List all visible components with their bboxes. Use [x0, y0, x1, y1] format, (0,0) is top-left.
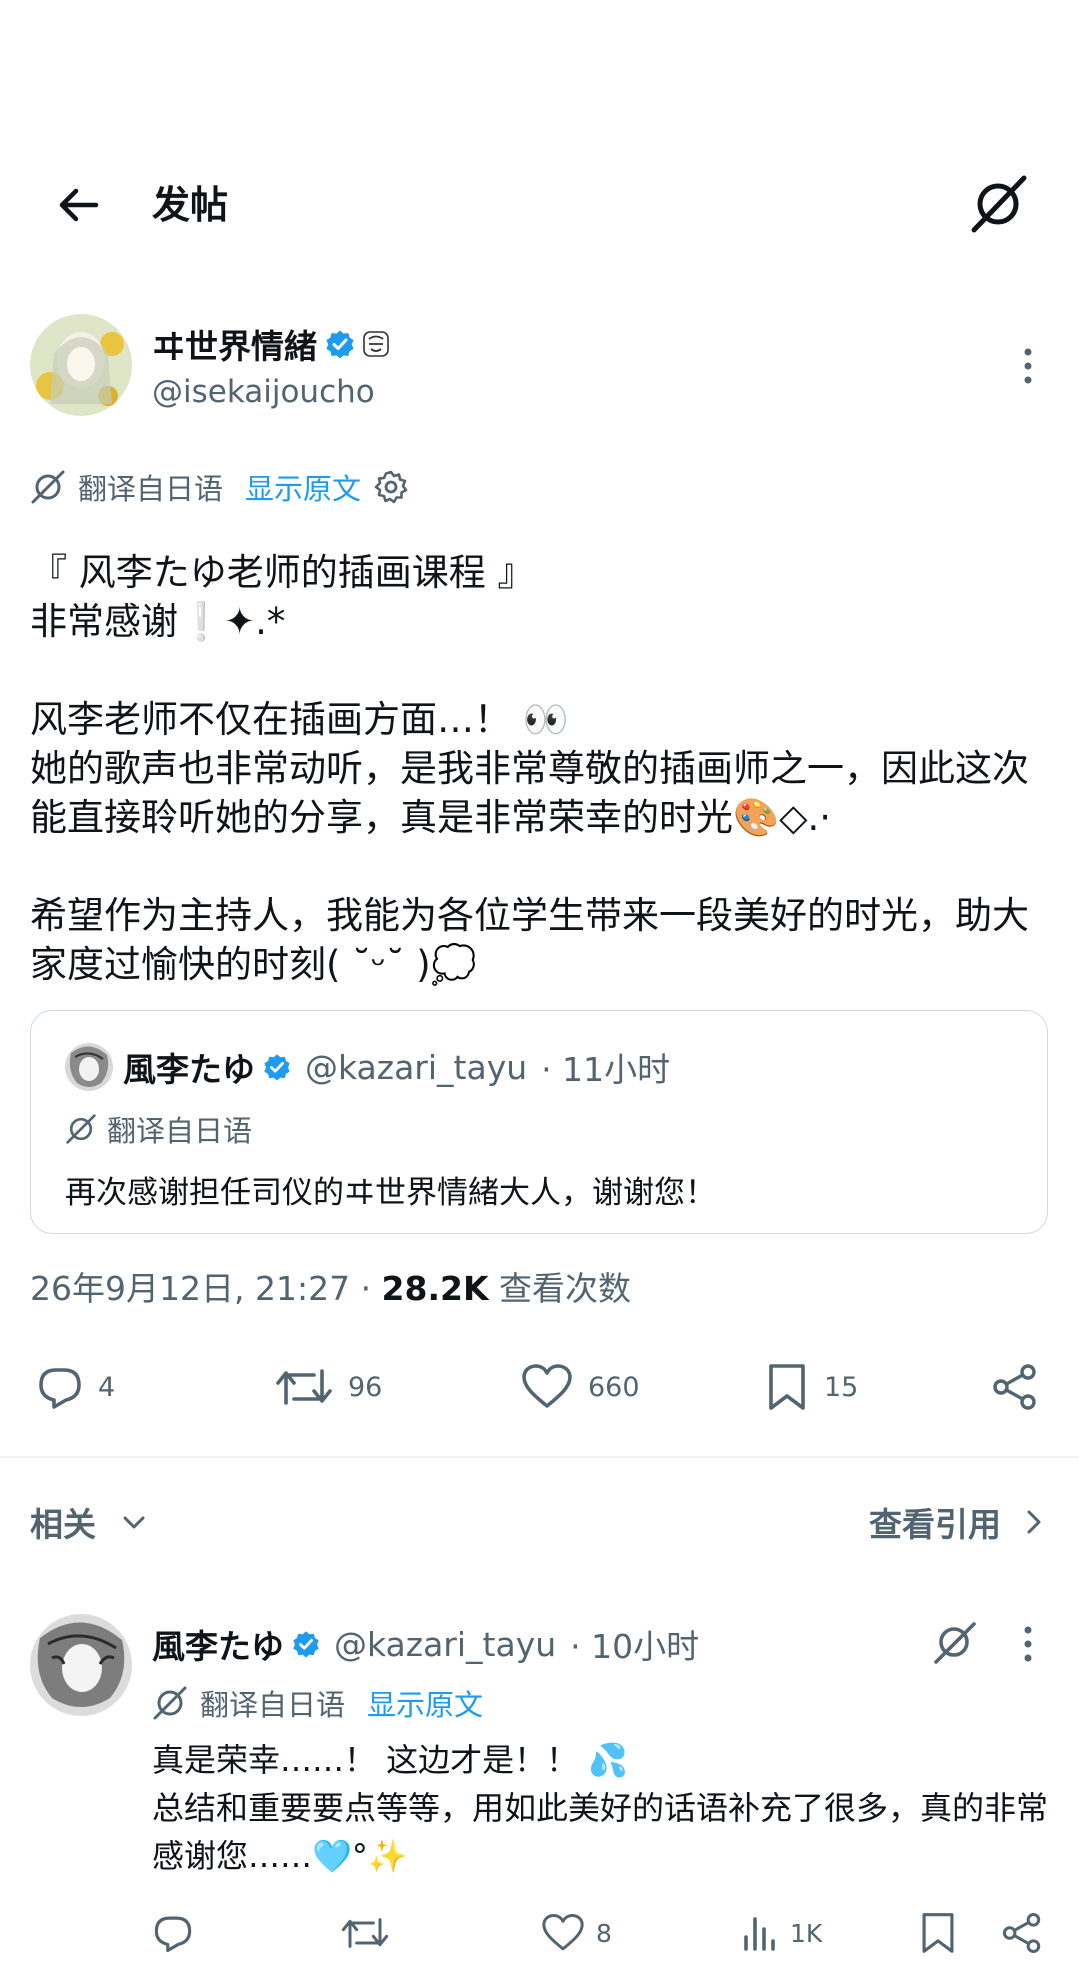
related-label: 相关	[30, 1505, 96, 1544]
reply-views-button[interactable]: 1K	[740, 1908, 822, 1958]
share-button[interactable]	[990, 1360, 1040, 1414]
like-count: 660	[588, 1371, 640, 1403]
heart-icon	[522, 1364, 572, 1408]
related-dropdown[interactable]: 相关	[30, 1492, 148, 1552]
chevron-right-icon	[1027, 1510, 1041, 1534]
meta-separator: ·	[360, 1269, 382, 1308]
reply-button[interactable]: 4	[36, 1360, 115, 1414]
quote-author-name: 風李たゆ	[123, 1050, 255, 1089]
reply-reply-button[interactable]	[152, 1908, 204, 1958]
reply-show-original-link[interactable]: 显示原文	[367, 1682, 483, 1724]
grok-icon	[153, 1686, 187, 1720]
views-count: 28.2K	[381, 1269, 489, 1308]
quoted-post-card[interactable]: 風李たゆ @kazari_tayu · 11小时 翻译自日语 再次感谢担任司仪的…	[30, 1010, 1048, 1234]
reply-time: · 10小时	[570, 1627, 700, 1666]
reply-grok-button[interactable]	[930, 1618, 978, 1666]
quote-translation-row: 翻译自日语	[65, 1107, 252, 1151]
quote-translated-from-label: 翻译自日语	[107, 1114, 253, 1148]
view-quotes-label: 查看引用	[869, 1505, 1001, 1544]
reply-like-button[interactable]: 8	[540, 1908, 612, 1958]
grok-icon	[971, 175, 1027, 233]
reply-author-name[interactable]: 風李たゆ	[152, 1620, 284, 1668]
like-button[interactable]: 660	[520, 1360, 640, 1414]
reply-like-count: 8	[596, 1918, 612, 1948]
avatar-image	[65, 1043, 113, 1091]
verified-badge-icon	[293, 1631, 319, 1658]
repost-button[interactable]: 96	[274, 1360, 382, 1414]
reply-translation-row: 翻译自日语 显示原文	[152, 1678, 483, 1728]
reply-icon	[39, 1368, 81, 1409]
post-meta: 26年9月12日, 21:27 · 28.2K 查看次数	[30, 1262, 631, 1310]
reply-text: 真是荣幸……！ 这边才是！！ 💦 总结和重要要点等等，用如此美好的话语补充了很多…	[152, 1741, 1049, 1875]
reply-bookmark-button[interactable]	[918, 1908, 958, 1958]
repost-count: 96	[348, 1371, 383, 1403]
repost-icon	[341, 1918, 389, 1948]
bookmark-button[interactable]: 15	[764, 1360, 858, 1414]
reply-repost-button[interactable]	[340, 1908, 400, 1958]
translated-from-label: 翻译自日语	[78, 472, 224, 506]
author-name[interactable]: ヰ世界情緒	[152, 320, 317, 368]
grok-icon	[934, 1622, 976, 1664]
reply-icon	[154, 1916, 192, 1953]
arrow-left-icon	[59, 188, 99, 222]
heart-icon	[542, 1914, 584, 1951]
show-original-link[interactable]: 显示原文	[245, 466, 361, 508]
chevron-down-icon	[123, 1516, 145, 1529]
share-icon	[993, 1364, 1036, 1410]
avatar-image	[30, 314, 132, 416]
avatar-image	[30, 1614, 132, 1716]
back-button[interactable]	[52, 178, 106, 232]
translation-row: 翻译自日语 显示原文	[30, 462, 409, 512]
page-title: 发帖	[152, 183, 229, 227]
repost-icon	[276, 1369, 332, 1405]
top-bar: 发帖	[0, 150, 1079, 260]
more-vertical-icon	[1024, 1626, 1032, 1662]
bookmark-icon	[769, 1364, 805, 1410]
grok-icon	[66, 1114, 96, 1144]
bookmark-icon	[922, 1913, 954, 1953]
quote-text: 再次感谢担任司仪的ヰ世界情緒大人，谢谢您！	[65, 1175, 716, 1211]
views-label: 查看次数	[499, 1269, 632, 1308]
verified-badge-icon	[264, 1054, 290, 1081]
reply-count: 4	[98, 1371, 116, 1403]
quote-time: · 11小时	[541, 1050, 671, 1089]
quote-author-handle: @kazari_tayu	[305, 1047, 528, 1087]
settings-gear-icon[interactable]	[373, 469, 409, 505]
more-options-button[interactable]	[1010, 344, 1046, 388]
affiliate-badge-icon	[363, 331, 389, 357]
post-text: 『 风李たゆ老师的插画课程 』 非常感谢❕✦.* 风李老师不仅在插画方面…！ 👀…	[30, 551, 1029, 986]
reply-author-avatar[interactable]	[30, 1614, 132, 1716]
reply-author-handle[interactable]: @kazari_tayu	[334, 1625, 556, 1664]
reply-header: 風李たゆ @kazari_tayu · 10小时	[152, 1616, 699, 1672]
quote-author-avatar	[65, 1043, 113, 1091]
analytics-icon	[744, 1917, 775, 1951]
reply-actions: 8 1K	[0, 1904, 1079, 1964]
reply-translated-from-label: 翻译自日语	[200, 1688, 346, 1722]
grok-icon	[31, 470, 65, 504]
bookmark-count: 15	[824, 1371, 859, 1403]
reply-more-options-button[interactable]	[1010, 1622, 1046, 1666]
quote-header: 風李たゆ @kazari_tayu · 11小时	[123, 1041, 670, 1093]
post-timestamp[interactable]: 26年9月12日, 21:27	[30, 1269, 350, 1308]
verified-badge-icon	[326, 330, 354, 359]
reply-views-count: 1K	[790, 1918, 823, 1948]
grok-button[interactable]	[966, 172, 1030, 236]
reply-share-button[interactable]	[1000, 1908, 1044, 1958]
post-actions: 4 96 660 15	[0, 1350, 1079, 1420]
view-quotes-link[interactable]: 查看引用	[869, 1492, 1045, 1552]
more-vertical-icon	[1024, 348, 1032, 384]
section-divider	[0, 1456, 1079, 1458]
author-handle[interactable]: @isekaijoucho	[152, 374, 375, 410]
author-avatar[interactable]	[30, 314, 132, 416]
share-icon	[1002, 1913, 1041, 1953]
author-name-row: ヰ世界情緒	[152, 320, 389, 368]
